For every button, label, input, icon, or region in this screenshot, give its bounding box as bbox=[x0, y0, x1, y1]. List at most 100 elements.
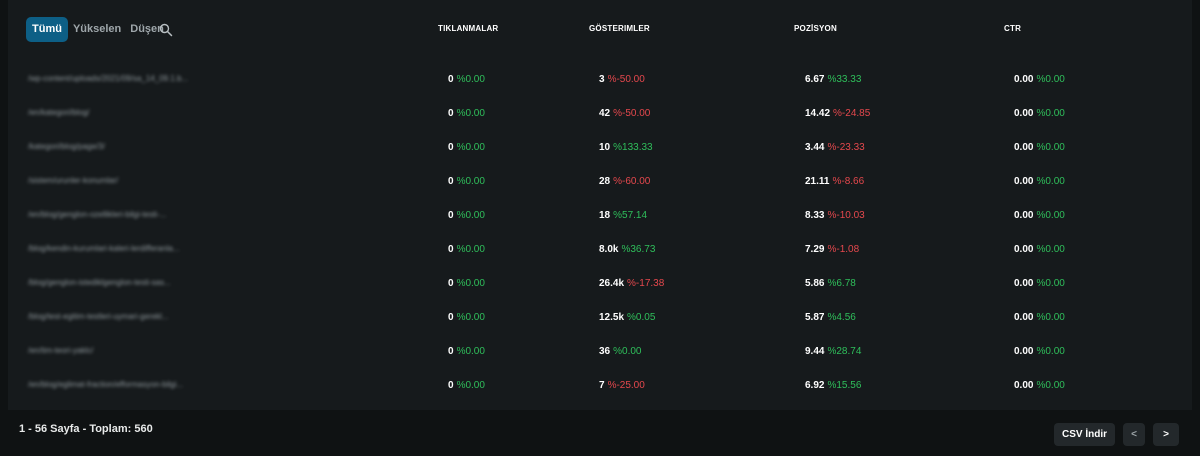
impressions-cell: 3 %-50.00 bbox=[599, 74, 645, 85]
page-url-link[interactable]: /sistem/urunler-konumlar/ bbox=[28, 176, 206, 188]
impressions-cell: 42 %-50.00 bbox=[599, 108, 650, 119]
clicks-change: %0.00 bbox=[456, 74, 485, 85]
clicks-value: 0 bbox=[448, 380, 454, 391]
table-row[interactable]: /sistem/urunler-konumlar/0 %0.00 28 %-60.00… bbox=[0, 172, 1200, 192]
table-row[interactable]: /en/kategori/blog/0 %0.00 42 %-50.00 14.42 %-… bbox=[0, 104, 1200, 124]
position-cell: 5.87 %4.56 bbox=[805, 312, 856, 323]
table-row[interactable]: /blog/kendin-kurumlari-kaleri-lerdiffera… bbox=[0, 240, 1200, 260]
position-value: 9.44 bbox=[805, 346, 825, 357]
page-url-link[interactable]: /en/blog/genglon-ozellikleri-bilgi-testi… bbox=[28, 210, 206, 222]
page-url-link[interactable]: /en/kategori/blog/ bbox=[28, 108, 206, 120]
page-url-link[interactable]: /kategori/blog/page/3/ bbox=[28, 142, 206, 154]
impressions-change: %0.00 bbox=[613, 346, 642, 357]
page-url-link[interactable]: /blog/test-egitim-testleri-uymari-gerekl… bbox=[28, 312, 206, 324]
impressions-change: %133.33 bbox=[613, 142, 653, 153]
clicks-value: 0 bbox=[448, 74, 454, 85]
column-header-impressions[interactable]: GÖSTERIMLER bbox=[589, 24, 650, 33]
next-page-button[interactable]: > bbox=[1153, 423, 1179, 446]
impressions-value: 7 bbox=[599, 380, 605, 391]
position-cell: 6.92 %15.56 bbox=[805, 380, 861, 391]
ctr-value: 0.00 bbox=[1014, 108, 1034, 119]
clicks-cell: 0 %0.00 bbox=[448, 346, 485, 357]
ctr-cell: 0.00 %0.00 bbox=[1014, 108, 1065, 119]
ctr-cell: 0.00 %0.00 bbox=[1014, 142, 1065, 153]
position-change: %-1.08 bbox=[827, 244, 860, 255]
filter-tab-all[interactable]: Tümü bbox=[26, 17, 68, 42]
clicks-change: %0.00 bbox=[456, 278, 485, 289]
clicks-value: 0 bbox=[448, 142, 454, 153]
position-value: 8.33 bbox=[805, 210, 825, 221]
page-url-link[interactable]: /wp-content/uploads/2021/09/sa_14_09.1.b… bbox=[28, 74, 206, 86]
clicks-cell: 0 %0.00 bbox=[448, 312, 485, 323]
position-change: %6.78 bbox=[827, 278, 856, 289]
table-row[interactable]: /blog/test-egitim-testleri-uymari-gerekl… bbox=[0, 308, 1200, 328]
page-url-link[interactable]: /blog/kendin-kurumlari-kaleri-lerdiffera… bbox=[28, 244, 206, 256]
position-value: 6.92 bbox=[805, 380, 825, 391]
ctr-value: 0.00 bbox=[1014, 176, 1034, 187]
position-value: 5.86 bbox=[805, 278, 825, 289]
position-value: 21.11 bbox=[805, 176, 830, 187]
impressions-value: 26.4k bbox=[599, 278, 625, 289]
column-header-clicks[interactable]: TIKLANMALAR bbox=[438, 24, 498, 33]
page-url-link[interactable]: /blog/genglon-istediklgenglon-testi-sas.… bbox=[28, 278, 206, 290]
clicks-change: %0.00 bbox=[456, 244, 485, 255]
clicks-cell: 0 %0.00 bbox=[448, 380, 485, 391]
ctr-change: %0.00 bbox=[1036, 142, 1065, 153]
clicks-change: %0.00 bbox=[456, 380, 485, 391]
ctr-cell: 0.00 %0.00 bbox=[1014, 346, 1065, 357]
ctr-change: %0.00 bbox=[1036, 312, 1065, 323]
ctr-value: 0.00 bbox=[1014, 142, 1034, 153]
position-cell: 9.44 %28.74 bbox=[805, 346, 861, 357]
position-change: %15.56 bbox=[827, 380, 862, 391]
page-url-link[interactable]: /en/tim-teori-yaklc/ bbox=[28, 346, 206, 358]
position-change: %4.56 bbox=[827, 312, 856, 323]
impressions-value: 18 bbox=[599, 210, 611, 221]
ctr-value: 0.00 bbox=[1014, 244, 1034, 255]
ctr-value: 0.00 bbox=[1014, 380, 1034, 391]
position-change: %28.74 bbox=[827, 346, 862, 357]
ctr-value: 0.00 bbox=[1014, 278, 1034, 289]
table-row[interactable]: /en/blog/eglimat-fraction/efformasyon-bi… bbox=[0, 376, 1200, 396]
clicks-cell: 0 %0.00 bbox=[448, 210, 485, 221]
previous-page-button[interactable]: < bbox=[1123, 423, 1145, 446]
ctr-change: %0.00 bbox=[1036, 74, 1065, 85]
position-cell: 21.11 %-8.66 bbox=[805, 176, 864, 187]
impressions-value: 12.5k bbox=[599, 312, 625, 323]
impressions-change: %-17.38 bbox=[627, 278, 665, 289]
impressions-change: %0.05 bbox=[627, 312, 656, 323]
impressions-cell: 8.0k %36.73 bbox=[599, 244, 655, 255]
impressions-cell: 7 %-25.00 bbox=[599, 380, 645, 391]
ctr-value: 0.00 bbox=[1014, 346, 1034, 357]
filter-tabs: Tümü Yükselen Düşen bbox=[26, 17, 169, 42]
table-row[interactable]: /blog/genglon-istediklgenglon-testi-sas.… bbox=[0, 274, 1200, 294]
position-cell: 7.29 %-1.08 bbox=[805, 244, 859, 255]
position-change: %33.33 bbox=[827, 74, 862, 85]
search-icon[interactable] bbox=[159, 23, 173, 37]
impressions-change: %-25.00 bbox=[607, 380, 645, 391]
position-value: 5.87 bbox=[805, 312, 825, 323]
pagination-summary: 1 - 56 Sayfa - Toplam: 560 bbox=[19, 423, 153, 435]
clicks-change: %0.00 bbox=[456, 312, 485, 323]
clicks-cell: 0 %0.00 bbox=[448, 244, 485, 255]
ctr-change: %0.00 bbox=[1036, 346, 1065, 357]
impressions-value: 36 bbox=[599, 346, 611, 357]
ctr-change: %0.00 bbox=[1036, 108, 1065, 119]
clicks-cell: 0 %0.00 bbox=[448, 278, 485, 289]
page-url-link[interactable]: /en/blog/eglimat-fraction/efformasyon-bi… bbox=[28, 380, 206, 392]
ctr-value: 0.00 bbox=[1014, 210, 1034, 221]
position-value: 14.42 bbox=[805, 108, 831, 119]
ctr-cell: 0.00 %0.00 bbox=[1014, 176, 1065, 187]
column-header-position[interactable]: POZİSYON bbox=[794, 24, 837, 33]
ctr-cell: 0.00 %0.00 bbox=[1014, 210, 1065, 221]
clicks-cell: 0 %0.00 bbox=[448, 142, 485, 153]
table-row[interactable]: /wp-content/uploads/2021/09/sa_14_09.1.b… bbox=[0, 70, 1200, 90]
csv-download-button[interactable]: CSV İndir bbox=[1054, 423, 1115, 446]
table-row[interactable]: /en/blog/genglon-ozellikleri-bilgi-testi… bbox=[0, 206, 1200, 226]
column-header-ctr[interactable]: CTR bbox=[1004, 24, 1021, 33]
table-row[interactable]: /kategori/blog/page/3/0 %0.00 10 %133.33 3.4… bbox=[0, 138, 1200, 158]
table-row[interactable]: /en/tim-teori-yaklc/0 %0.00 36 %0.00 9.44 %28… bbox=[0, 342, 1200, 362]
clicks-change: %0.00 bbox=[456, 176, 485, 187]
position-change: %-24.85 bbox=[833, 108, 871, 119]
position-cell: 8.33 %-10.03 bbox=[805, 210, 865, 221]
filter-tab-rising[interactable]: Yükselen bbox=[69, 17, 125, 42]
